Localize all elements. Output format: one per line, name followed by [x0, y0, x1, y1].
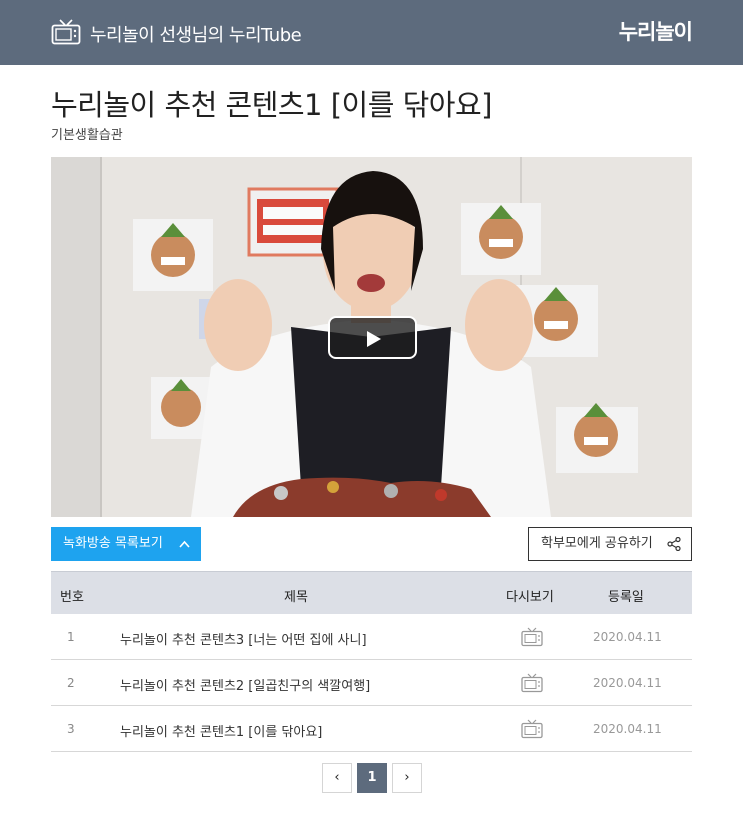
play-icon: [367, 331, 381, 347]
share-button-label: 학부모에게 공유하기: [541, 536, 653, 551]
table-row[interactable]: 1 누리놀이 추천 콘텐츠3 [너는 어떤 집에 사니] 2020.04.11: [51, 614, 692, 660]
page-title: 누리놀이 추천 콘텐츠1 [이를 닦아요]: [51, 88, 492, 122]
chevron-up-icon: [179, 540, 190, 548]
next-page-button[interactable]: ›: [392, 763, 422, 793]
replay-tv-icon[interactable]: [521, 627, 543, 647]
site-title: 누리놀이 선생님의 누리Tube: [90, 25, 302, 46]
header-date: 등록일: [608, 590, 644, 605]
table-header: 번호 제목 다시보기 등록일: [51, 571, 692, 614]
prev-page-button[interactable]: ‹: [322, 763, 352, 793]
page-1-button[interactable]: 1: [357, 763, 387, 793]
brand-logo[interactable]: 누리놀이: [619, 16, 693, 46]
row-title-link[interactable]: 누리놀이 추천 콘텐츠3 [너는 어떤 집에 사니]: [120, 629, 367, 648]
table-row[interactable]: 2 누리놀이 추천 콘텐츠2 [일곱친구의 색깔여행] 2020.04.11: [51, 660, 692, 706]
video-player[interactable]: [51, 157, 692, 517]
row-date: 2020.04.11: [593, 630, 662, 644]
play-button[interactable]: [328, 316, 417, 359]
row-date: 2020.04.11: [593, 676, 662, 690]
row-number: 1: [67, 630, 75, 644]
share-with-parents-button[interactable]: 학부모에게 공유하기: [528, 527, 692, 561]
row-title-link[interactable]: 누리놀이 추천 콘텐츠1 [이를 닦아요]: [120, 721, 322, 740]
list-toggle-label: 녹화방송 목록보기: [63, 536, 163, 551]
top-bar: 누리놀이 선생님의 누리Tube 누리놀이: [0, 0, 743, 65]
header-title: 제목: [284, 590, 308, 605]
row-number: 3: [67, 722, 75, 736]
row-date: 2020.04.11: [593, 722, 662, 736]
recorded-list-toggle-button[interactable]: 녹화방송 목록보기: [51, 527, 201, 561]
share-icon: [667, 537, 681, 551]
replay-tv-icon[interactable]: [521, 673, 543, 693]
content-category: 기본생활습관: [51, 128, 123, 143]
row-title-link[interactable]: 누리놀이 추천 콘텐츠2 [일곱친구의 색깔여행]: [120, 675, 370, 694]
row-number: 2: [67, 676, 75, 690]
header-number: 번호: [60, 590, 84, 605]
recorded-broadcast-table: 번호 제목 다시보기 등록일 1 누리놀이 추천 콘텐츠3 [너는 어떤 집에 …: [51, 571, 692, 752]
tv-icon: [51, 19, 81, 45]
header-replay: 다시보기: [506, 590, 554, 605]
replay-tv-icon[interactable]: [521, 719, 543, 739]
table-row[interactable]: 3 누리놀이 추천 콘텐츠1 [이를 닦아요] 2020.04.11: [51, 706, 692, 752]
